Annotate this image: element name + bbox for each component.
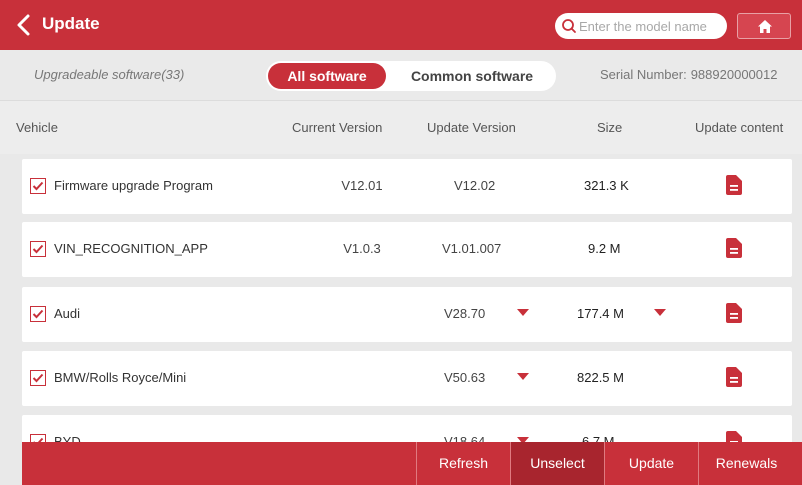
col-update-content: Update content xyxy=(695,120,784,135)
row-update-version: V50.63 xyxy=(444,370,486,385)
document-icon[interactable] xyxy=(726,175,742,195)
row-size: 822.5 M xyxy=(577,370,624,385)
home-button[interactable] xyxy=(737,13,791,39)
page-title: Update xyxy=(42,14,100,33)
software-tabs: All software Common software xyxy=(266,61,556,91)
serial-number: Serial Number: 988920000012 xyxy=(596,67,777,82)
upgradeable-count: Upgradeable software(33) xyxy=(34,67,185,82)
document-icon[interactable] xyxy=(726,238,742,258)
search-box[interactable] xyxy=(555,13,727,39)
row-current-version: V12.01 xyxy=(341,178,383,193)
filter-bar: Upgradeable software(33) All software Co… xyxy=(0,50,802,100)
document-icon[interactable] xyxy=(726,303,742,323)
serial-value: 988920000012 xyxy=(690,67,778,82)
table-row[interactable]: VIN_RECOGNITION_APP V1.0.3 V1.01.007 9.2… xyxy=(22,222,792,277)
row-update-version: V1.01.007 xyxy=(442,241,502,256)
version-dropdown-icon[interactable] xyxy=(517,373,529,380)
home-icon xyxy=(758,20,772,33)
document-icon[interactable] xyxy=(726,367,742,387)
check-icon xyxy=(32,309,44,319)
check-icon xyxy=(32,244,44,254)
col-current-version: Current Version xyxy=(292,120,383,135)
row-size: 9.2 M xyxy=(588,241,621,256)
table-row[interactable]: Firmware upgrade Program V12.01 V12.02 3… xyxy=(22,159,792,214)
row-checkbox[interactable] xyxy=(30,370,46,386)
size-dropdown-icon[interactable] xyxy=(654,309,666,316)
update-button[interactable]: Update xyxy=(604,442,698,485)
search-icon xyxy=(562,19,576,33)
row-name: VIN_RECOGNITION_APP xyxy=(54,241,208,256)
row-current-version: V1.0.3 xyxy=(343,241,381,256)
back-icon[interactable] xyxy=(14,12,34,38)
table-row[interactable]: Audi V28.70 177.4 M xyxy=(22,287,792,342)
version-dropdown-icon[interactable] xyxy=(517,309,529,316)
table-header: Vehicle Current Version Update Version S… xyxy=(0,100,802,154)
row-update-version: V28.70 xyxy=(444,306,486,321)
row-size: 321.3 K xyxy=(584,178,629,193)
row-size: 177.4 M xyxy=(577,306,624,321)
renewals-button[interactable]: Renewals xyxy=(698,442,794,485)
row-checkbox[interactable] xyxy=(30,178,46,194)
refresh-button[interactable]: Refresh xyxy=(416,442,510,485)
row-checkbox[interactable] xyxy=(30,241,46,257)
tab-all-software[interactable]: All software xyxy=(268,63,386,89)
check-icon xyxy=(32,181,44,191)
serial-label: Serial Number: xyxy=(600,67,687,82)
unselect-button[interactable]: Unselect xyxy=(510,442,604,485)
row-checkbox[interactable] xyxy=(30,306,46,322)
header-bar: Update xyxy=(0,0,802,50)
tab-common-software[interactable]: Common software xyxy=(394,63,550,89)
search-input[interactable] xyxy=(579,16,723,36)
col-vehicle: Vehicle xyxy=(16,120,58,135)
check-icon xyxy=(32,373,44,383)
col-size: Size xyxy=(597,120,623,135)
row-name: BMW/Rolls Royce/Mini xyxy=(54,370,187,385)
bottom-action-bar: Refresh Unselect Update Renewals xyxy=(22,442,802,485)
row-name: Audi xyxy=(54,306,81,321)
row-update-version: V12.02 xyxy=(454,178,496,193)
table-row[interactable]: BMW/Rolls Royce/Mini V50.63 822.5 M xyxy=(22,351,792,406)
row-name: Firmware upgrade Program xyxy=(54,178,213,193)
col-update-version: Update Version xyxy=(427,120,516,135)
